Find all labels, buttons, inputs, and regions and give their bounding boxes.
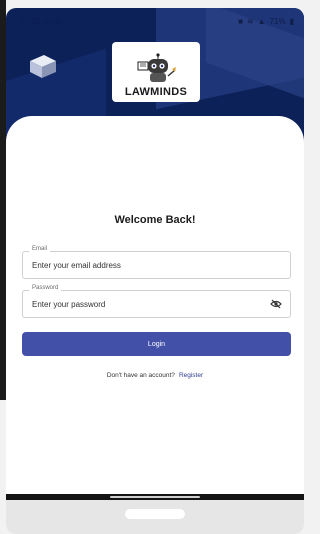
login-button[interactable]: Login — [22, 332, 291, 356]
status-time: 12:00 10:42 — [20, 16, 63, 26]
app-logo: LAWMINDS — [112, 42, 200, 102]
phone-screen: 12:00 10:42 ■ ≋ ▲ 71% ▮ LAWMINDS Welcome… — [6, 8, 304, 534]
email-input[interactable] — [32, 252, 252, 278]
eye-off-icon[interactable] — [270, 299, 282, 309]
signup-prompt: Don't have an account? — [106, 372, 175, 379]
system-nav-bar — [6, 494, 304, 534]
home-pill[interactable] — [125, 509, 185, 519]
robot-logo-icon — [137, 53, 176, 82]
wifi-icon: ≋ — [246, 16, 254, 26]
battery-icon: ▮ — [289, 16, 294, 26]
brand-name: LAWMINDS — [124, 86, 188, 98]
status-icons: ■ ≋ ▲ 71% ▮ — [238, 17, 294, 26]
page-title: Welcome Back! — [114, 214, 196, 226]
cube-decor-icon — [30, 55, 56, 78]
status-bar: 12:00 10:42 ■ ≋ ▲ 71% ▮ — [20, 14, 294, 28]
password-field: Password — [22, 285, 291, 318]
gesture-handle[interactable] — [110, 496, 200, 498]
email-field: Email — [22, 246, 291, 279]
register-link[interactable]: Register — [179, 372, 203, 379]
signup-row: Don't have an account? Register — [6, 372, 304, 379]
password-input[interactable] — [32, 291, 252, 317]
signal-icon: ▲ — [257, 16, 266, 26]
battery-level: 71% — [269, 16, 286, 26]
notification-icon: ■ — [238, 16, 243, 26]
